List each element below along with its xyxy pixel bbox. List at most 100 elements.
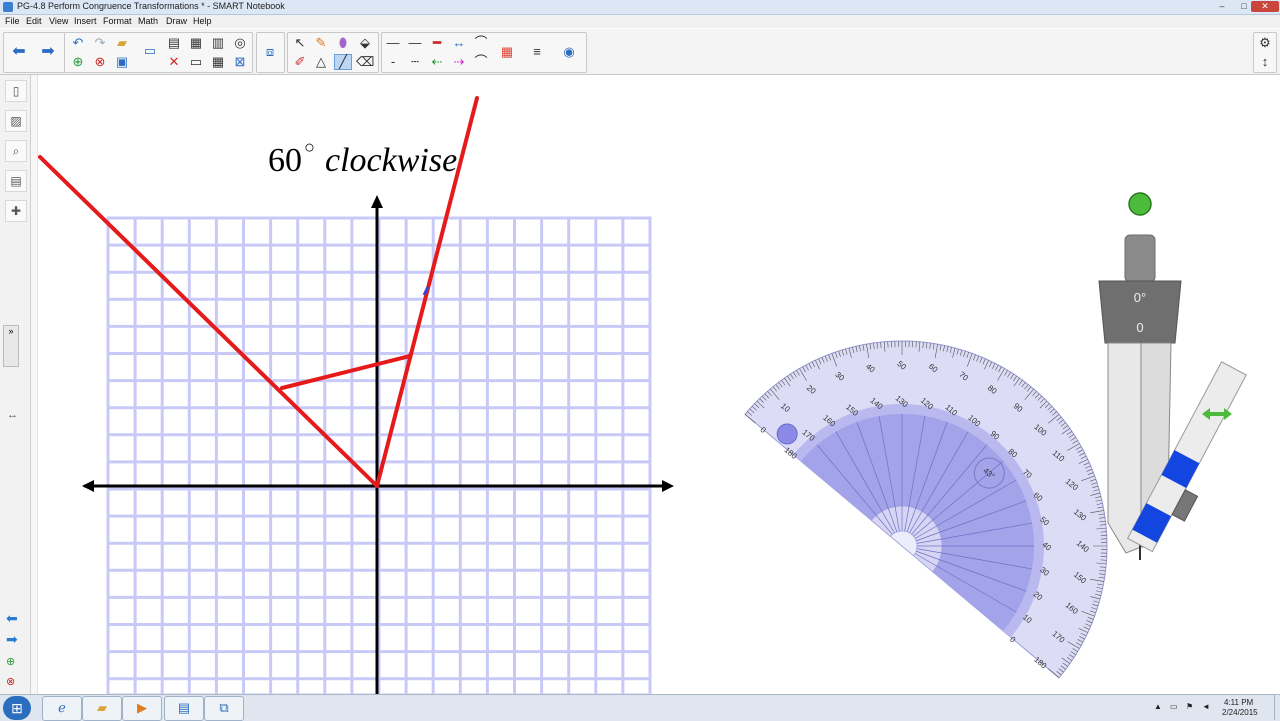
sidebar-scroll-strip[interactable] [31, 75, 38, 695]
toolbar: ⬅ ➡ ↶ ↷ ▰ ⊕ ⊗ ▣ ▭ ▤ ▦ ▥ ◎ ✕ ▭ ▦ ⊠ ⧈ ↖ ✎ … [0, 29, 1280, 75]
eraser-tool-icon[interactable]: ⌫ [356, 54, 374, 70]
delete-icon[interactable]: ✕ [165, 54, 183, 70]
display-screen-icon[interactable]: ▭ [141, 43, 159, 59]
red-line-long [38, 155, 379, 488]
response-group: ⧈ [256, 32, 285, 73]
lines-tool-icon[interactable]: ╱ [334, 54, 352, 70]
shapes-icon[interactable]: △ [312, 54, 330, 70]
add-page-icon[interactable]: ⊕ [69, 54, 87, 70]
line-styles-group: — — ━ ↔ ⌒ ▦ ≡ ◉ ‐ ┄ ⇠ ⇢ ⌒ [381, 32, 587, 73]
close-button[interactable]: ✕ [1251, 1, 1279, 12]
forward-arrow-icon[interactable]: ➡ [39, 44, 57, 60]
table-icon[interactable]: ▦ [209, 54, 227, 70]
blue-arrow-line-icon[interactable]: ↔ [450, 35, 468, 51]
gallery-icon[interactable]: ▨ [5, 110, 27, 132]
compass-radius-readout: 0 [1136, 320, 1143, 335]
open-folder-icon[interactable]: ▰ [113, 35, 131, 51]
start-button-icon[interactable]: ⊞ [3, 696, 31, 720]
previous-page-icon[interactable]: ⬅ [6, 610, 18, 627]
notebook-page[interactable]: 60 ○ clockwise 0 10 20 30 40 50 60 70 80 90 100 110… [38, 75, 1280, 695]
back-arrow-icon[interactable]: ⬅ [10, 44, 28, 60]
menu-view[interactable]: View [49, 16, 68, 26]
paste-icon[interactable]: ▤ [165, 35, 183, 51]
clock-time[interactable]: 4:11 PM [1224, 698, 1253, 707]
eraser-icon[interactable]: ⬮ [334, 35, 352, 51]
pink-arrow-line-icon[interactable]: ⇢ [450, 54, 468, 70]
green-dashed-arrow-icon[interactable]: ⇠ [428, 54, 446, 70]
redo-icon[interactable]: ↷ [91, 35, 109, 51]
compass[interactable]: 0° 0 [1098, 192, 1259, 560]
attachments-icon[interactable]: ⌕ [5, 140, 27, 162]
toolbar-right-group: ⚙ ↕ [1253, 32, 1277, 73]
arc-icon[interactable]: ⌒ [472, 35, 490, 51]
line-style-icon[interactable]: — [406, 35, 424, 51]
document-camera-icon[interactable]: ◎ [231, 35, 249, 51]
menu-math[interactable]: Math [138, 16, 158, 26]
full-screen-icon[interactable]: ⊠ [231, 54, 249, 70]
undo-icon[interactable]: ↶ [69, 35, 87, 51]
screen-capture-icon[interactable]: ▦ [187, 35, 205, 51]
magic-pen-icon[interactable]: ✎ [312, 35, 330, 51]
delete-page-icon[interactable]: ⊗ [91, 54, 109, 70]
color-palette-icon[interactable]: ▦ [498, 44, 516, 60]
tray-volume-icon[interactable]: ◄ [1202, 702, 1210, 711]
media-player-icon[interactable]: ▶ [122, 696, 162, 721]
compass-left-leg [1107, 342, 1142, 554]
file-explorer-icon[interactable]: ▰ [82, 696, 122, 721]
customize-icon[interactable]: ◉ [560, 44, 578, 60]
screen-shade-toggle-icon[interactable]: ▭ [187, 54, 205, 70]
grid-paper[interactable] [106, 216, 652, 695]
dashed-line-icon[interactable]: ‐ [384, 54, 402, 70]
smart-notebook-icon [3, 2, 13, 12]
select-arrow-icon[interactable]: ↖ [291, 35, 309, 51]
minimize-button[interactable]: – [1211, 1, 1233, 12]
expand-icon[interactable]: ↔ [7, 409, 18, 421]
add-ons-icon[interactable]: ✚ [5, 200, 27, 222]
line-width-icon[interactable]: ≡ [528, 44, 546, 60]
clock-date[interactable]: 2/24/2015 [1222, 708, 1258, 717]
menu-edit[interactable]: Edit [26, 16, 42, 26]
thin-line-icon[interactable]: — [384, 35, 402, 51]
menu-help[interactable]: Help [193, 16, 212, 26]
move-toolbar-icon[interactable]: ↕ [1256, 54, 1274, 70]
add-page-sidebar-icon[interactable]: ⊕ [6, 655, 15, 668]
next-page-icon[interactable]: ➡ [6, 631, 18, 648]
red-line-short [280, 354, 412, 390]
system-tray: ▲ ▭ ⚑ ◄ 4:11 PM 2/24/2015 [1150, 695, 1280, 720]
menu-insert[interactable]: Insert [74, 16, 97, 26]
navigation-group: ⬅ ➡ [3, 32, 65, 73]
tray-flag-icon[interactable]: ⚑ [1186, 702, 1193, 711]
fill-icon[interactable]: ⬙ [356, 35, 374, 51]
red-line-icon[interactable]: ━ [428, 35, 446, 51]
menu-bar: File Edit View Insert Format Math Draw H… [0, 15, 1280, 28]
taskbar: ⊞ ℯ ▰ ▶ ▤ ⧉ ▲ ▭ ⚑ ◄ 4:11 PM 2/24/2015 [0, 694, 1280, 721]
screen-shade-icon[interactable]: ▥ [209, 35, 227, 51]
tray-network-icon[interactable]: ▭ [1170, 702, 1178, 711]
smart-tools-taskbar-icon[interactable]: ⧉ [204, 696, 244, 721]
direction-text: clockwise [325, 142, 457, 179]
page-drawing: 60 ○ clockwise 010203040 50 60708090100110… [38, 96, 1259, 695]
settings-icon[interactable]: ⚙ [1256, 35, 1274, 51]
show-desktop-button[interactable] [1274, 695, 1280, 720]
window-title: PG-4.8 Perform Congruence Transformation… [17, 1, 285, 11]
internet-explorer-icon[interactable]: ℯ [42, 696, 82, 721]
tray-expand-icon[interactable]: ▲ [1154, 702, 1162, 711]
rotation-annotation[interactable]: 60 ○ clockwise [268, 137, 457, 179]
pens-icon[interactable]: ✐ [291, 54, 309, 70]
properties-icon[interactable]: ▤ [5, 170, 27, 192]
delete-page-sidebar-icon[interactable]: ⊗ [6, 675, 15, 688]
smart-notebook-taskbar-icon[interactable]: ▤ [164, 696, 204, 721]
x-axis-arrow-right [662, 480, 674, 492]
degree-symbol: ○ [304, 137, 315, 157]
angle-number: 60 [268, 142, 302, 179]
page-sorter-icon[interactable]: ▯ [5, 80, 27, 102]
menu-draw[interactable]: Draw [166, 16, 187, 26]
save-icon[interactable]: ▣ [113, 54, 131, 70]
arc-bold-icon[interactable]: ⌒ [472, 54, 490, 70]
response-icon[interactable]: ⧈ [261, 44, 279, 60]
menu-format[interactable]: Format [103, 16, 132, 26]
menu-file[interactable]: File [5, 16, 20, 26]
tools-group: ↖ ✎ ⬮ ⬙ ✐ △ ╱ ⌫ [287, 32, 379, 73]
sidebar-collapse-handle[interactable]: » [3, 325, 19, 367]
dotted-line-icon[interactable]: ┄ [406, 54, 424, 70]
